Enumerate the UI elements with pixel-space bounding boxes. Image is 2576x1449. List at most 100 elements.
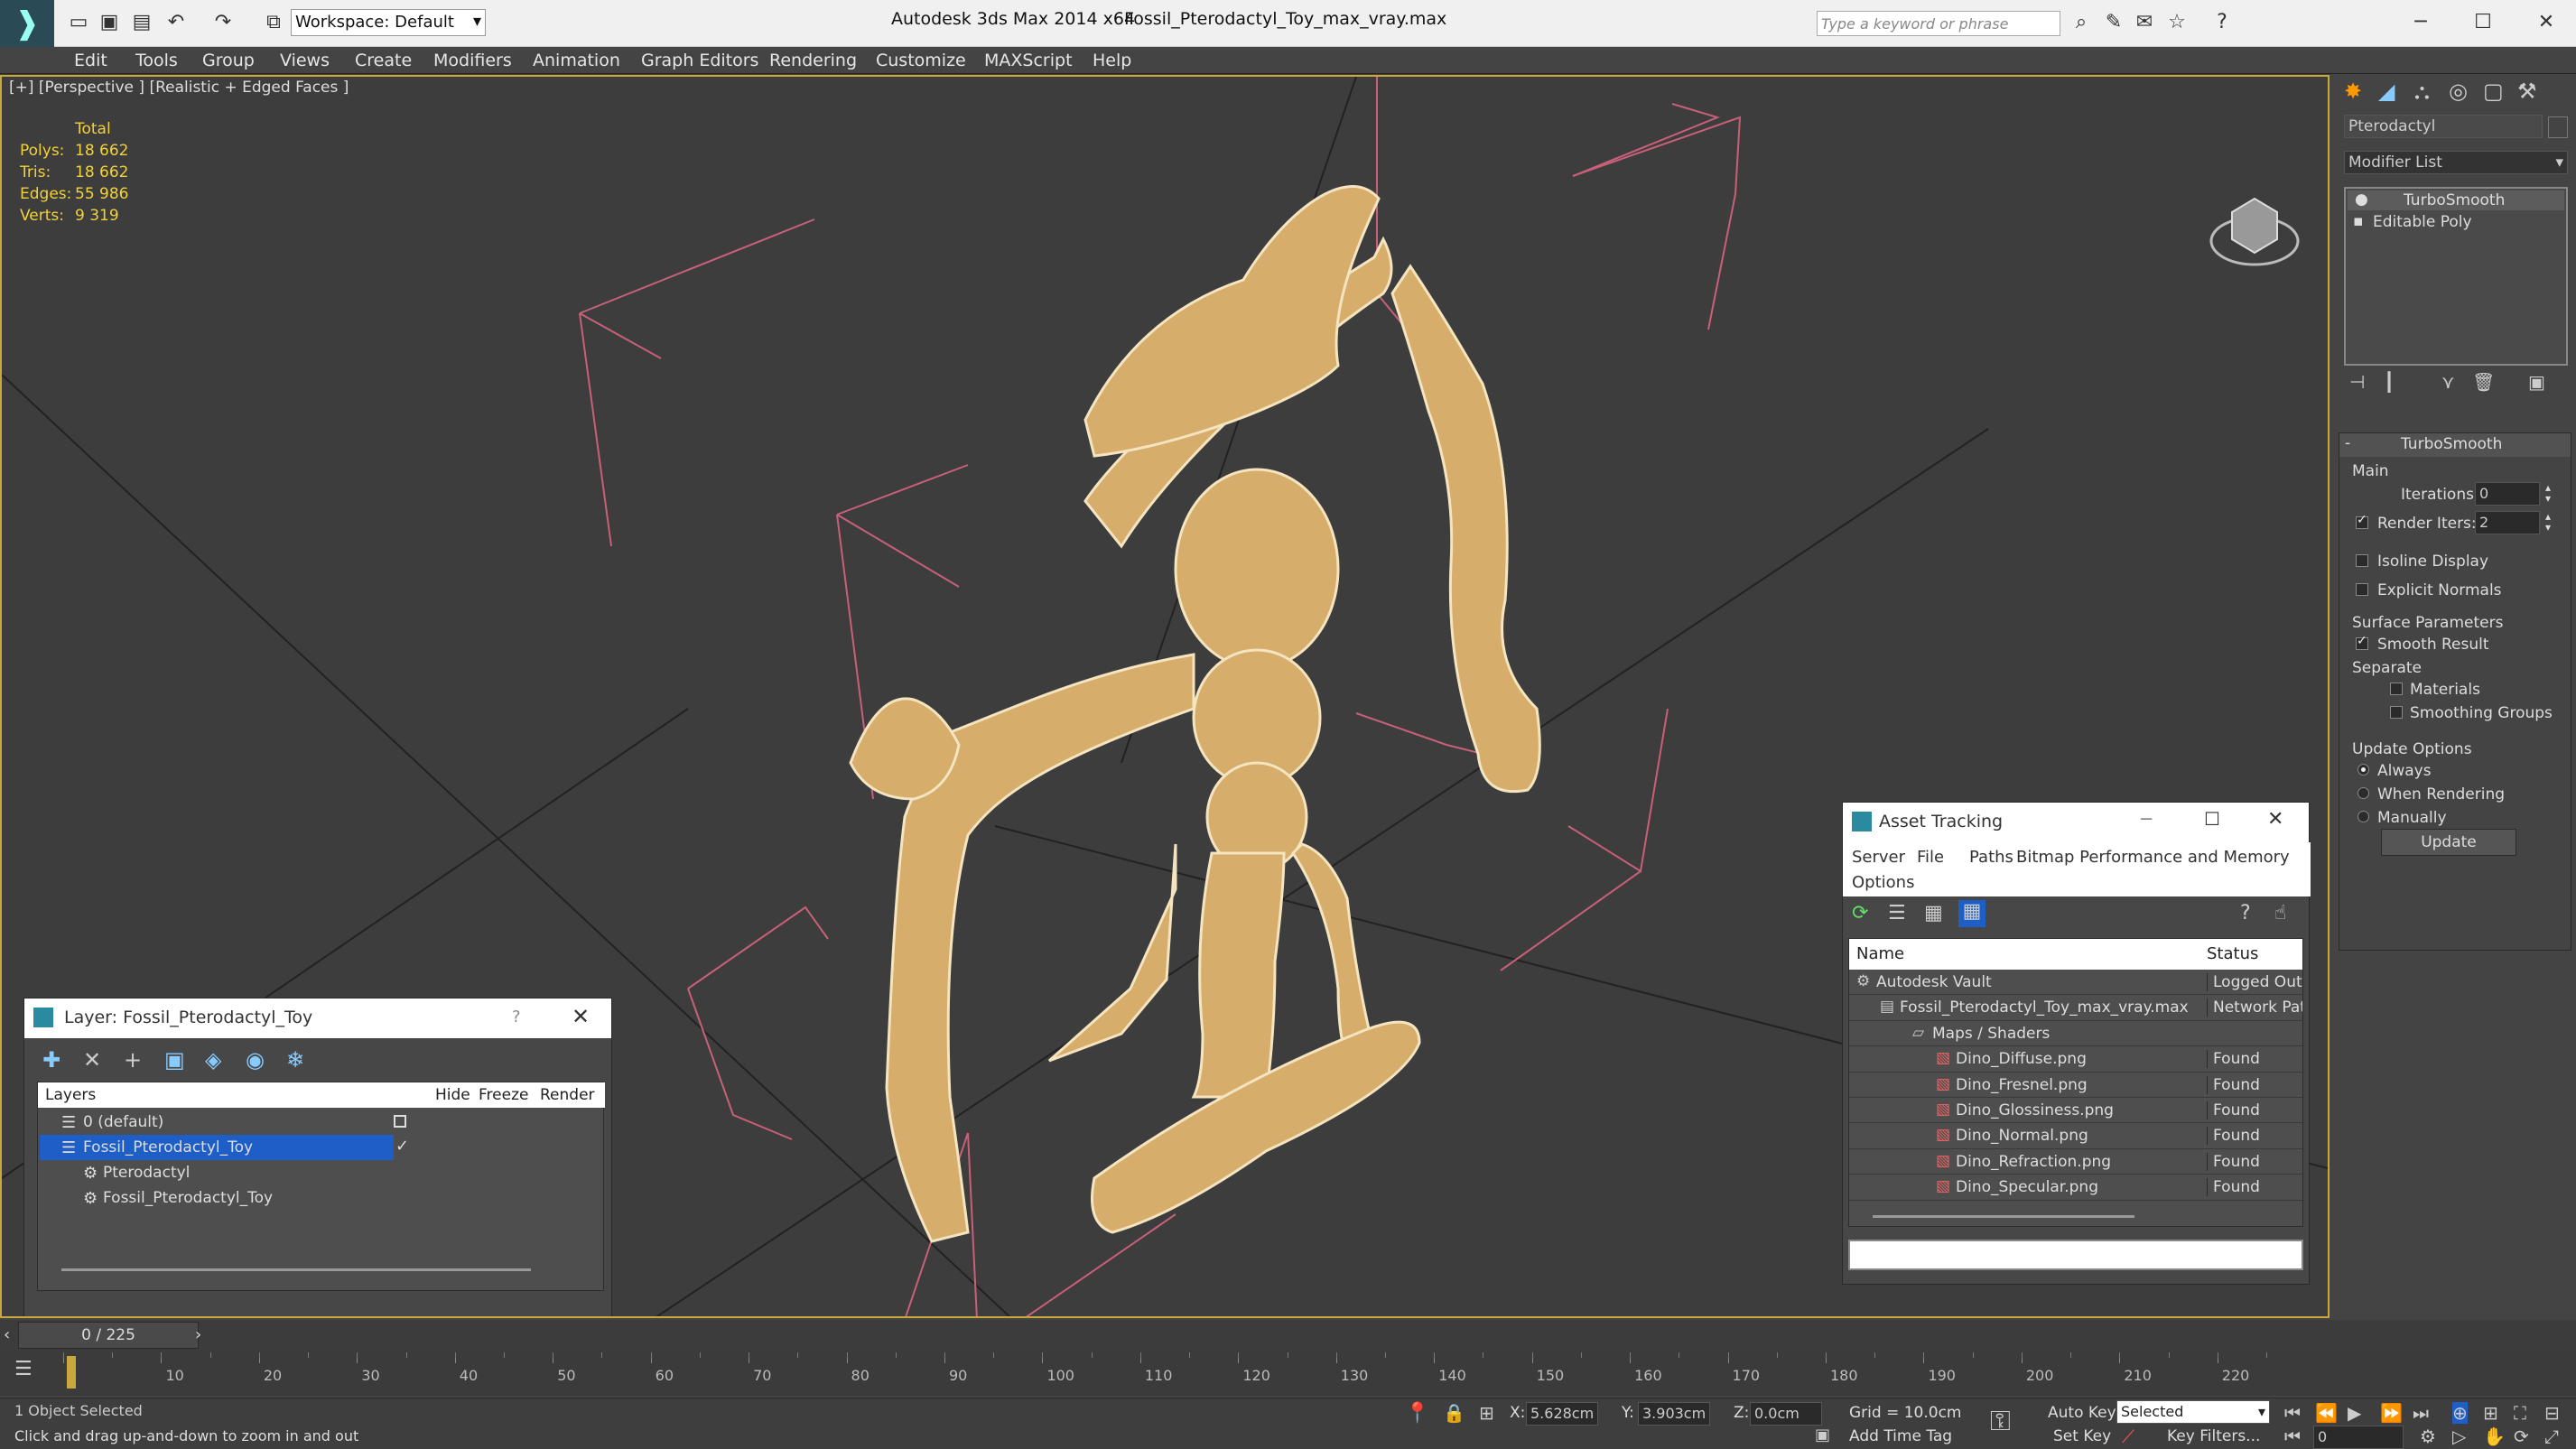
modifier-list-dropdown[interactable]: Modifier List ▾ — [2344, 151, 2568, 174]
select-objects-icon[interactable]: ▣ — [164, 1047, 185, 1073]
help-icon[interactable]: ? — [2209, 9, 2236, 36]
when-rendering-radio[interactable] — [2357, 787, 2369, 799]
col-render[interactable]: Render — [540, 1086, 595, 1104]
menu-customize[interactable]: Customize — [876, 51, 966, 70]
minimize-icon[interactable]: ─ — [2141, 808, 2152, 830]
create-tab-icon[interactable]: ✸ — [2344, 79, 2362, 104]
search-input[interactable]: Type a keyword or phrase — [1817, 11, 2060, 36]
add-to-layer-icon[interactable]: + — [124, 1047, 142, 1073]
asset-dialog-titlebar[interactable]: Asset Tracking ─ ☐ ✕ — [1843, 803, 2309, 842]
col-freeze[interactable]: Freeze — [479, 1086, 528, 1104]
table-row[interactable]: ▧ Dino_Fresnel.png Found — [1849, 1073, 2302, 1098]
project-icon[interactable]: ⧉ — [260, 9, 287, 36]
prev-frame-icon[interactable]: ‹ — [4, 1325, 10, 1344]
make-unique-icon[interactable]: ⋎ — [2441, 371, 2455, 393]
update-button[interactable]: Update — [2381, 829, 2516, 856]
col-status[interactable]: Status — [2207, 944, 2258, 963]
show-end-result-icon[interactable]: ┃ — [2384, 371, 2395, 393]
asset-menu-bitmap[interactable]: Bitmap Performance and Memory — [2016, 848, 2290, 867]
table-row[interactable]: ⚙ Autodesk Vault Logged Out . — [1849, 970, 2302, 996]
y-coordinate-field[interactable]: 3.903cm — [1638, 1402, 1710, 1426]
zoom-extents-all-icon[interactable]: ⊟ — [2544, 1402, 2560, 1424]
freeze-all-icon[interactable]: ❄ — [286, 1047, 304, 1073]
col-name[interactable]: Name — [1856, 944, 1904, 963]
time-tag-icon[interactable]: ▣ — [1815, 1426, 1830, 1444]
key-mode-icon[interactable]: ⏮ — [2284, 1426, 2301, 1447]
field-of-view-icon[interactable]: ▷ — [2452, 1426, 2466, 1447]
configure-sets-icon[interactable]: ▣ — [2528, 371, 2545, 393]
save-icon[interactable]: ▤ — [128, 9, 155, 36]
help-pointer-icon[interactable]: ☝ — [2274, 902, 2286, 924]
auto-key-button[interactable]: Auto Key — [2048, 1404, 2116, 1422]
asset-menu-file[interactable]: File — [1917, 848, 1944, 867]
next-key-icon[interactable]: ⏩ — [2380, 1402, 2403, 1424]
render-iters-spinner[interactable]: 2 — [2475, 511, 2540, 534]
play-icon[interactable]: ▶ — [2348, 1402, 2361, 1424]
z-coordinate-field[interactable]: 0.0cm — [1750, 1402, 1822, 1426]
set-key-icon[interactable]: ⟋ — [2122, 1426, 2134, 1447]
motion-tab-icon[interactable]: ◎ — [2449, 79, 2468, 104]
zoom-all-icon[interactable]: ⊞ — [2483, 1402, 2498, 1424]
asset-menu-options[interactable]: Options — [1852, 873, 1914, 892]
time-config-icon[interactable]: ⚙ — [2420, 1426, 2436, 1447]
render-iters-checkbox[interactable] — [2356, 513, 2368, 529]
display-tab-icon[interactable]: ▢ — [2483, 79, 2504, 104]
current-frame-marker[interactable] — [67, 1356, 76, 1389]
stack-item-editable-poly[interactable]: ▪ Editable Poly — [2348, 212, 2564, 232]
list-view-icon[interactable]: ☰ — [1888, 902, 1906, 924]
lock-icon[interactable]: 🔒 — [1443, 1402, 1465, 1424]
remove-modifier-icon[interactable]: 🗑 — [2472, 371, 2495, 393]
spinner-arrows-icon[interactable]: ▴ ▾ — [2545, 511, 2551, 533]
utilities-tab-icon[interactable]: ⚒ — [2517, 79, 2537, 104]
table-row[interactable]: ⚙ Pterodactyl — [38, 1160, 605, 1185]
zoom-extents-icon[interactable]: ⛶ — [2514, 1402, 2526, 1424]
communication-icon[interactable]: ✉ — [2131, 9, 2158, 36]
undo-icon[interactable]: ↶ — [163, 9, 190, 36]
mini-curve-editor-icon[interactable]: ☰ — [14, 1358, 33, 1380]
menu-views[interactable]: Views — [280, 51, 330, 70]
current-frame-field[interactable]: 0 — [2313, 1426, 2404, 1449]
favorites-icon[interactable]: ☆ — [2163, 9, 2190, 36]
layer-help-button[interactable]: ? — [512, 1008, 521, 1026]
key-filters-button[interactable]: Key Filters... — [2167, 1427, 2260, 1445]
menu-edit[interactable]: Edit — [74, 51, 107, 70]
viewport-label[interactable]: [+] [Perspective ] [Realistic + Edged Fa… — [9, 79, 349, 97]
menu-rendering[interactable]: Rendering — [769, 51, 857, 70]
smooth-result-checkbox[interactable] — [2356, 634, 2368, 650]
table-row[interactable]: ▧ Dino_Diffuse.png Found — [1849, 1046, 2302, 1073]
minimize-icon[interactable]: ─ — [2407, 9, 2434, 36]
pin-stack-icon[interactable]: ⊣ — [2349, 371, 2365, 393]
selection-set-dropdown[interactable]: Selected ▾ — [2116, 1400, 2270, 1424]
next-frame-icon[interactable]: › — [195, 1325, 201, 1344]
asset-path-field[interactable] — [1848, 1240, 2303, 1270]
goto-start-icon[interactable]: ⏮ — [2284, 1402, 2301, 1424]
modify-tab-icon[interactable]: ◢ — [2378, 79, 2395, 104]
menu-tools[interactable]: Tools — [135, 51, 178, 70]
table-row[interactable]: ▧ Dino_Normal.png Found — [1849, 1123, 2302, 1149]
horizontal-scrollbar[interactable] — [61, 1268, 531, 1271]
col-layers[interactable]: Layers — [45, 1086, 96, 1104]
spinner-arrows-icon[interactable]: ▴ ▾ — [2545, 482, 2551, 504]
set-key-button[interactable]: Set Key — [2053, 1427, 2111, 1445]
thumbnail-icon[interactable]: ▦ — [1924, 902, 1943, 924]
table-row[interactable]: ▧ Dino_Glossiness.png Found — [1849, 1098, 2302, 1124]
menu-animation[interactable]: Animation — [533, 51, 620, 70]
col-hide[interactable]: Hide — [435, 1086, 470, 1104]
absolute-mode-icon[interactable]: ⊞ — [1479, 1402, 1494, 1424]
table-row[interactable]: ▧ Dino_Specular.png Found — [1849, 1175, 2302, 1201]
table-row[interactable]: ☰ Fossil_Pterodactyl_Toy ✓ — [38, 1135, 605, 1160]
table-row[interactable]: ☰ 0 (default) — [38, 1110, 605, 1135]
menu-group[interactable]: Group — [202, 51, 255, 70]
close-icon[interactable]: ✕ — [2533, 9, 2560, 36]
horizontal-scrollbar[interactable] — [1873, 1215, 2134, 1218]
materials-checkbox[interactable] — [2390, 683, 2403, 695]
delete-layer-icon[interactable]: ✕ — [83, 1047, 101, 1073]
rollout-header[interactable]: - TurboSmooth — [2339, 433, 2571, 457]
layer-dialog-titlebar[interactable]: Layer: Fossil_Pterodactyl_Toy ? ✕ — [24, 999, 611, 1038]
asset-menu-paths[interactable]: Paths — [1969, 848, 2013, 867]
smoothing-groups-checkbox[interactable] — [2390, 706, 2403, 719]
perspective-viewport[interactable]: [+] [Perspective ] [Realistic + Edged Fa… — [0, 75, 2330, 1318]
maximize-icon[interactable]: ☐ — [2204, 808, 2220, 830]
menu-maxscript[interactable]: MAXScript — [984, 51, 1073, 70]
expand-icon[interactable]: ▪ — [2353, 212, 2364, 230]
